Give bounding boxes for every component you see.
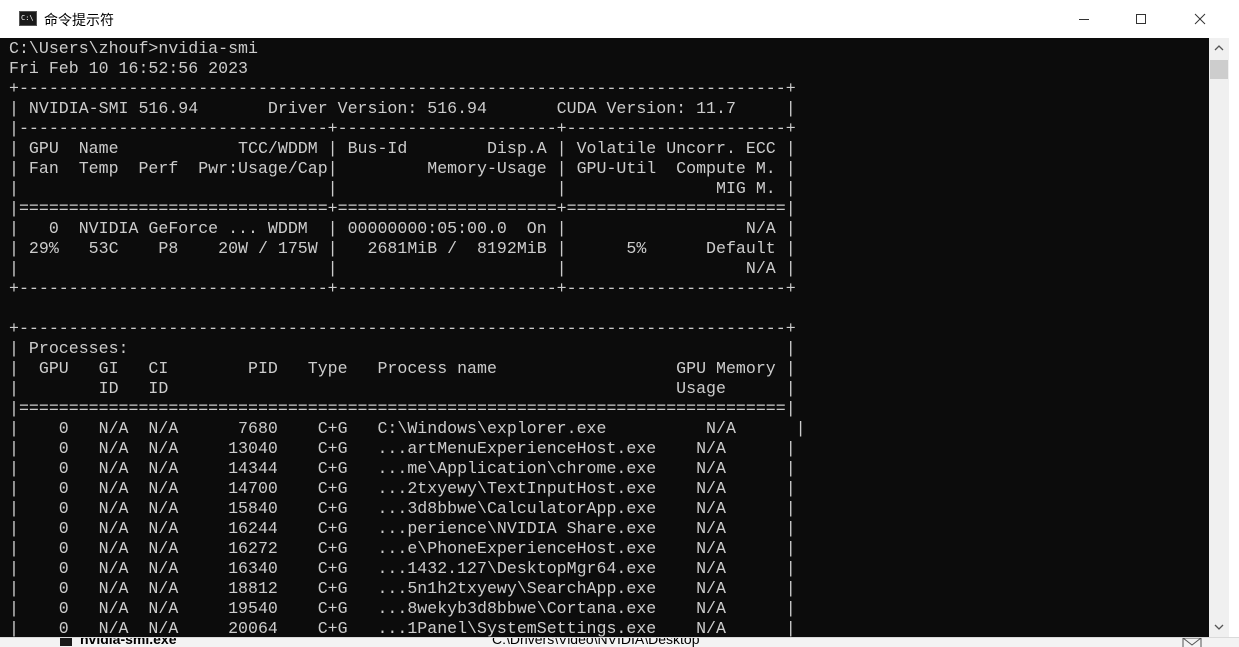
file-name-label[interactable]: nvidia-smi.exe xyxy=(80,638,177,647)
chevron-up-icon xyxy=(1214,45,1224,51)
console-output-area[interactable]: C:\Users\zhouf>nvidia-smi Fri Feb 10 16:… xyxy=(0,38,1209,637)
maximize-icon xyxy=(1136,14,1146,24)
background-window-strip: nvidia-smi.exe C:\Drivers\Video\NVIDIA\D… xyxy=(0,637,1239,647)
file-path-label: C:\Drivers\Video\NVIDIA\Desktop xyxy=(492,637,700,647)
window-title: 命令提示符 xyxy=(44,13,114,29)
minimize-icon xyxy=(1079,19,1089,20)
cmd-console-icon: C:\ xyxy=(19,11,37,26)
chevron-down-icon xyxy=(1214,624,1224,630)
title-bar[interactable]: C:\ 命令提示符 xyxy=(0,0,1239,38)
exe-file-icon xyxy=(60,638,72,646)
close-button[interactable] xyxy=(1177,0,1223,38)
minimize-button[interactable] xyxy=(1061,0,1107,38)
vertical-scrollbar[interactable] xyxy=(1209,38,1229,637)
cmd-window: C:\ 命令提示符 C:\Users\zhouf>nvidia-smi Fri … xyxy=(0,0,1239,637)
mail-icon[interactable] xyxy=(1182,637,1202,647)
scroll-thumb[interactable] xyxy=(1210,60,1228,79)
window-right-edge xyxy=(1229,38,1239,647)
console-text: C:\Users\zhouf>nvidia-smi Fri Feb 10 16:… xyxy=(9,39,806,637)
scroll-up-button[interactable] xyxy=(1209,38,1229,58)
close-icon xyxy=(1194,13,1206,25)
scroll-down-button[interactable] xyxy=(1209,617,1229,637)
maximize-button[interactable] xyxy=(1118,0,1164,38)
